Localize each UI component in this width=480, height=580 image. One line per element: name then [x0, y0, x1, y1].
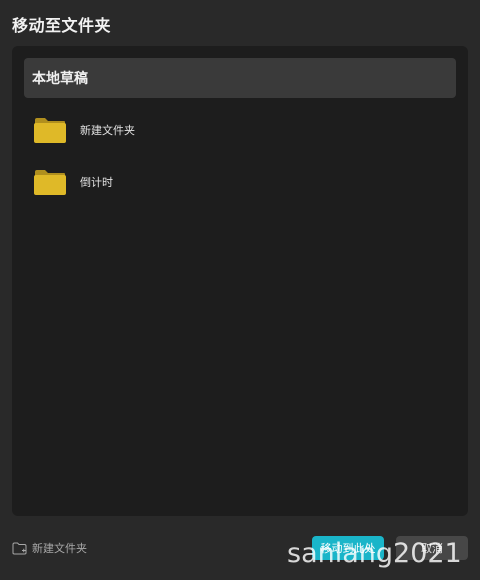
- new-folder-icon: [12, 542, 27, 554]
- folder-item-new-folder[interactable]: 新建文件夹: [24, 110, 456, 150]
- root-label: 本地草稿: [32, 71, 88, 87]
- dialog-footer: 新建文件夹 移动到此处 取消: [0, 526, 480, 580]
- folder-icon: [34, 170, 66, 195]
- folder-icon: [34, 118, 66, 143]
- folder-label: 倒计时: [80, 176, 113, 189]
- dialog-title: 移动至文件夹: [12, 16, 112, 35]
- move-to-folder-dialog: 移动至文件夹 本地草稿 新建文件夹 倒计时 新建文件夹 移动到此处 取消 san…: [0, 0, 480, 580]
- folder-item-countdown[interactable]: 倒计时: [24, 162, 456, 202]
- folder-tree-root-local-drafts[interactable]: 本地草稿: [24, 58, 456, 98]
- new-folder-label: 新建文件夹: [32, 542, 87, 555]
- new-folder-button[interactable]: 新建文件夹: [12, 540, 87, 556]
- folder-label: 新建文件夹: [80, 124, 135, 137]
- move-here-button[interactable]: 移动到此处: [312, 536, 384, 560]
- cancel-button[interactable]: 取消: [396, 536, 468, 560]
- folder-tree-panel: 本地草稿 新建文件夹 倒计时: [12, 46, 468, 516]
